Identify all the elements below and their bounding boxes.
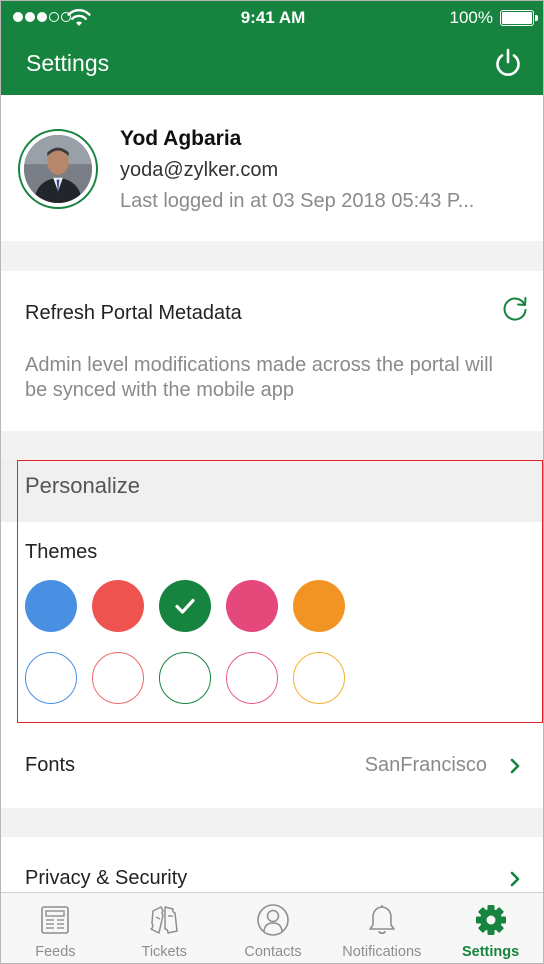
privacy-label: Privacy & Security xyxy=(25,867,188,889)
theme-swatch-orange[interactable] xyxy=(293,580,345,632)
fonts-value: SanFrancisco xyxy=(364,754,487,776)
feeds-icon xyxy=(41,906,70,934)
tab-label: Tickets xyxy=(141,944,187,960)
top-bar: 9:41 AM 100% Settings xyxy=(1,1,543,95)
profile-name: Yod Agbaria xyxy=(120,127,242,150)
notifications-icon xyxy=(368,905,395,935)
power-icon[interactable] xyxy=(493,47,523,79)
tab-label: Notifications xyxy=(342,944,422,960)
tickets-icon xyxy=(150,906,178,934)
refresh-description: Admin level modifications made across th… xyxy=(25,354,493,401)
theme-swatch-blue[interactable] xyxy=(25,580,77,632)
fonts-row[interactable]: Fonts SanFrancisco xyxy=(1,723,543,808)
profile-card[interactable]: Yod Agbaria yoda@zylker.com Last logged … xyxy=(1,95,543,241)
tab-settings[interactable]: Settings xyxy=(436,893,543,963)
tab-tickets[interactable]: Tickets xyxy=(110,893,219,963)
status-bar: 9:41 AM 100% xyxy=(1,1,543,35)
checkmark-icon xyxy=(175,598,195,614)
themes-label: Themes xyxy=(25,541,98,563)
tab-notifications[interactable]: Notifications xyxy=(327,893,436,963)
themes-panel: Themes xyxy=(1,522,543,723)
tab-label: Contacts xyxy=(244,944,302,960)
refresh-icon[interactable] xyxy=(501,295,529,323)
theme-swatch-red-outline[interactable] xyxy=(92,652,144,704)
theme-swatch-pink[interactable] xyxy=(226,580,278,632)
theme-swatch-red[interactable] xyxy=(92,580,144,632)
tab-label: Feeds xyxy=(35,944,76,960)
avatar xyxy=(18,129,98,209)
battery-icon xyxy=(500,10,538,26)
fonts-label: Fonts xyxy=(25,754,76,776)
theme-swatch-pink-outline[interactable] xyxy=(226,652,278,704)
outline-theme-row xyxy=(25,652,345,704)
refresh-title: Refresh Portal Metadata xyxy=(25,302,242,324)
privacy-security-row[interactable]: Privacy & Security xyxy=(1,837,543,897)
settings-gear-icon xyxy=(475,905,506,935)
chevron-right-icon xyxy=(510,871,520,887)
chevron-right-icon xyxy=(510,758,520,774)
tab-label: Settings xyxy=(461,944,520,960)
profile-photo xyxy=(24,135,92,203)
theme-swatch-blue-outline[interactable] xyxy=(25,652,77,704)
bottom-tab-bar: Feeds Tickets Contacts Notifications Set… xyxy=(1,892,543,963)
contacts-icon xyxy=(257,904,289,936)
solid-theme-row xyxy=(25,580,345,632)
tab-contacts[interactable]: Contacts xyxy=(219,893,328,963)
theme-swatch-orange-outline[interactable] xyxy=(293,652,345,704)
theme-swatch-green[interactable] xyxy=(159,580,211,632)
battery-percentage: 100% xyxy=(449,8,493,27)
profile-email: yoda@zylker.com xyxy=(120,159,279,181)
tab-feeds[interactable]: Feeds xyxy=(1,893,110,963)
person-portrait-icon xyxy=(24,135,92,203)
personalize-section-header: Personalize xyxy=(1,460,543,522)
personalize-title: Personalize xyxy=(25,473,140,498)
theme-swatch-green-outline[interactable] xyxy=(159,652,211,704)
refresh-metadata-card: Refresh Portal Metadata Admin level modi… xyxy=(1,271,543,431)
page-title: Settings xyxy=(26,50,110,76)
last-login-text: Last logged in at 03 Sep 2018 05:43 P... xyxy=(120,190,475,212)
app-frame: 9:41 AM 100% Settings Yod Agbaria yoda@z… xyxy=(0,0,544,964)
